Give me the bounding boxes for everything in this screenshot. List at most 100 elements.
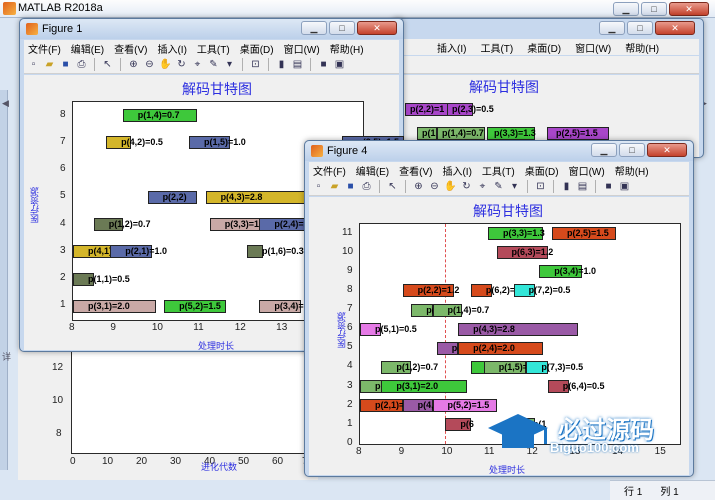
pointer-icon[interactable]: ↖ xyxy=(386,180,399,193)
brush-dropdown-icon[interactable]: ▾ xyxy=(508,180,521,193)
gantt-bar[interactable]: p(6 xyxy=(445,418,474,432)
menu-item-insert[interactable]: 插入(I) xyxy=(442,163,471,178)
brush-icon[interactable]: ✎ xyxy=(492,180,505,193)
link-plot-icon[interactable]: ⊡ xyxy=(534,180,547,193)
brush-icon[interactable]: ✎ xyxy=(207,58,220,71)
print-icon[interactable]: ⎙ xyxy=(75,58,88,71)
menu-item-edit[interactable]: 编辑(E) xyxy=(71,41,104,56)
show-plot-tools-icon[interactable]: ▣ xyxy=(333,58,346,71)
maximize-button[interactable]: □ xyxy=(641,2,667,16)
gantt-bar[interactable]: p(6,4)=0.5 xyxy=(547,380,605,394)
hide-plot-tools-icon[interactable]: ■ xyxy=(317,58,330,71)
pan-icon[interactable]: ✋ xyxy=(159,58,172,71)
gantt-bar[interactable]: p(1,5)=1.0 xyxy=(189,136,246,150)
gantt-bar[interactable]: p(2,1)=1.0 xyxy=(110,245,167,259)
zoom-out-icon[interactable]: ⊖ xyxy=(428,180,441,193)
minimize-button[interactable]: ▁ xyxy=(591,143,617,157)
gantt-bar[interactable]: p(2,2) xyxy=(147,190,198,204)
figure-4-titlebar[interactable]: Figure 4 ▁ □ ✕ xyxy=(305,141,693,161)
figure-window-behind[interactable]: ▁ □ ✕ 插入(I) 工具(T) 桌面(D) 窗口(W) 帮助(H) 解码甘特… xyxy=(392,18,704,158)
data-cursor-icon[interactable]: ⌖ xyxy=(191,58,204,71)
gantt-bar[interactable]: p(1,1)=0.5 xyxy=(73,272,130,286)
dock-arrow-icon[interactable]: ◀ xyxy=(2,98,9,109)
gantt-bar[interactable]: p(1,6)=0.3 xyxy=(247,245,304,259)
menu-item-insert[interactable]: 插入(I) xyxy=(157,41,186,56)
new-figure-icon[interactable]: ▫ xyxy=(312,180,325,193)
menu-item-desktop[interactable]: 桌面(D) xyxy=(525,163,559,178)
menu-item-file[interactable]: 文件(F) xyxy=(313,163,346,178)
zoom-in-icon[interactable]: ⊕ xyxy=(127,58,140,71)
close-button[interactable]: ✕ xyxy=(669,2,709,16)
minimize-button[interactable]: ▁ xyxy=(599,21,625,35)
close-button[interactable]: ✕ xyxy=(357,21,397,35)
menu-item-window[interactable]: 窗口(W) xyxy=(575,40,611,55)
menu-item-view[interactable]: 查看(V) xyxy=(399,163,432,178)
gantt-bar[interactable]: p(2,4)=2.0 xyxy=(458,341,544,355)
new-figure-icon[interactable]: ▫ xyxy=(27,58,40,71)
save-icon[interactable]: ■ xyxy=(59,58,72,71)
gantt-bar[interactable]: p(3,3)=1.3 xyxy=(209,218,266,232)
gantt-bar[interactable]: p(2,2)=1.2 xyxy=(402,284,459,298)
hide-plot-tools-icon[interactable]: ■ xyxy=(602,180,615,193)
brush-dropdown-icon[interactable]: ▾ xyxy=(223,58,236,71)
pointer-icon[interactable]: ↖ xyxy=(101,58,114,71)
gantt-bar[interactable]: p(2,1)=1 xyxy=(360,399,409,413)
gantt-bar[interactable]: p(4,1) xyxy=(402,399,442,413)
gantt-bar[interactable]: p(4,2)=0.5 xyxy=(106,136,163,150)
legend-icon[interactable]: ▤ xyxy=(576,180,589,193)
gantt-bar[interactable]: p(3,3)=1.3 xyxy=(488,227,545,241)
maximize-button[interactable]: □ xyxy=(627,21,653,35)
close-button[interactable]: ✕ xyxy=(655,21,695,35)
gantt-bar[interactable]: p(1,2)=0.7 xyxy=(381,360,438,374)
gantt-bar[interactable]: p(7,3)=0.5 xyxy=(526,360,583,374)
colorbar-icon[interactable]: ▮ xyxy=(560,180,573,193)
minimize-button[interactable]: ▁ xyxy=(613,2,639,16)
menu-item-window[interactable]: 窗口(W) xyxy=(284,41,320,56)
gantt-bar[interactable]: p(6,3)=1.2 xyxy=(496,246,553,260)
menu-item-file[interactable]: 文件(F) xyxy=(28,41,61,56)
rotate-icon[interactable]: ↻ xyxy=(460,180,473,193)
gantt-bar[interactable]: p(2,5)=1.5 xyxy=(552,227,616,241)
close-button[interactable]: ✕ xyxy=(647,143,687,157)
menu-item-tools[interactable]: 工具(T) xyxy=(480,40,513,55)
gantt-bar[interactable]: p(5,2)=1.5 xyxy=(164,299,227,313)
colorbar-icon[interactable]: ▮ xyxy=(275,58,288,71)
gantt-bar[interactable]: p(4,1) xyxy=(73,245,115,259)
menu-item-desktop[interactable]: 桌面(D) xyxy=(527,40,561,55)
save-icon[interactable]: ■ xyxy=(344,180,357,193)
gantt-bar[interactable]: p(1,2)=0.7 xyxy=(93,218,150,232)
open-file-icon[interactable]: ▰ xyxy=(328,180,341,193)
menu-item-insert[interactable]: 插入(I) xyxy=(437,40,466,55)
menu-item-desktop[interactable]: 桌面(D) xyxy=(240,41,274,56)
gantt-bar[interactable]: p(5,1)=0.5 xyxy=(360,322,417,336)
gantt-bar[interactable]: p(1,3) xyxy=(411,303,450,317)
maximize-button[interactable]: □ xyxy=(619,143,645,157)
show-plot-tools-icon[interactable]: ▣ xyxy=(618,180,631,193)
gantt-bar[interactable]: p(1,5)=1 xyxy=(483,360,533,374)
gantt-bar[interactable]: p(4,2) xyxy=(436,341,476,355)
pan-icon[interactable]: ✋ xyxy=(444,180,457,193)
menu-item-tools[interactable]: 工具(T) xyxy=(197,41,230,56)
gantt-bar[interactable]: p(3,1)=2.0 xyxy=(73,299,156,313)
menu-item-help[interactable]: 帮助(H) xyxy=(615,163,649,178)
maximize-button[interactable]: □ xyxy=(329,21,355,35)
zoom-out-icon[interactable]: ⊖ xyxy=(143,58,156,71)
minimize-button[interactable]: ▁ xyxy=(301,21,327,35)
data-cursor-icon[interactable]: ⌖ xyxy=(476,180,489,193)
menu-item-help[interactable]: 帮助(H) xyxy=(625,40,659,55)
menu-item-edit[interactable]: 编辑(E) xyxy=(356,163,389,178)
menu-item-view[interactable]: 查看(V) xyxy=(114,41,147,56)
open-file-icon[interactable]: ▰ xyxy=(43,58,56,71)
menu-item-tools[interactable]: 工具(T) xyxy=(482,163,515,178)
gantt-bar[interactable]: p(1,4)=0.7 xyxy=(122,109,198,123)
link-plot-icon[interactable]: ⊡ xyxy=(249,58,262,71)
menu-item-window[interactable]: 窗口(W) xyxy=(569,163,605,178)
print-icon[interactable]: ⎙ xyxy=(360,180,373,193)
gantt-bar[interactable]: p(3,4)=1.0 xyxy=(259,299,316,313)
figure-1-titlebar[interactable]: Figure 1 ▁ □ ✕ xyxy=(20,19,403,39)
gantt-bar[interactable]: p(7,2)=0.5 xyxy=(513,284,570,298)
gantt-bar[interactable]: p(3,1)=2.0 xyxy=(381,380,467,394)
legend-icon[interactable]: ▤ xyxy=(291,58,304,71)
gantt-bar[interactable]: p(1,4)=0.7 xyxy=(432,303,489,317)
gantt-bar[interactable]: p(4,3)=2.8 xyxy=(458,322,578,336)
